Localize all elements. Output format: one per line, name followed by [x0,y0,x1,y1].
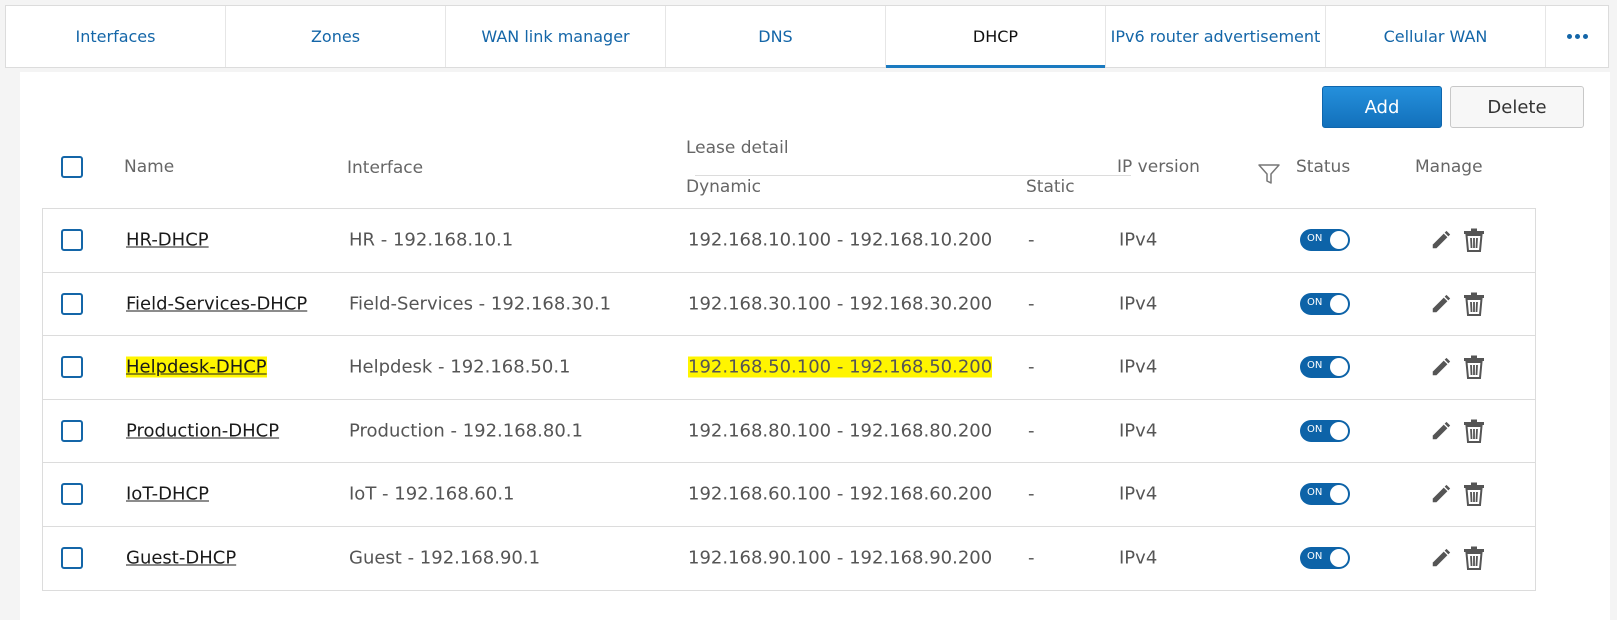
toggle-label: ON [1307,423,1323,435]
interface-cell: IoT - 192.168.60.1 [349,483,515,505]
row-checkbox[interactable] [61,356,83,379]
delete-trash-icon[interactable] [1463,419,1485,443]
edit-pencil-icon[interactable] [1430,293,1452,315]
more-tabs-button[interactable] [1546,6,1608,67]
ip-version-cell: IPv4 [1119,356,1158,378]
static-cell: - [1028,356,1035,378]
tab-interfaces[interactable]: Interfaces [6,6,226,67]
status-toggle[interactable]: ON [1300,483,1350,506]
ip-version-cell: IPv4 [1119,547,1158,569]
table-row: IoT-DHCP IoT - 192.168.60.1 192.168.60.1… [43,463,1535,527]
ip-version-cell: IPv4 [1119,293,1158,315]
tab-wan-link-manager[interactable]: WAN link manager [446,6,666,67]
delete-trash-icon[interactable] [1463,292,1485,316]
ip-version-cell: IPv4 [1119,483,1158,505]
interface-cell: HR - 192.168.10.1 [349,229,514,251]
edit-pencil-icon[interactable] [1430,547,1452,569]
dhcp-name-link[interactable]: HR-DHCP [126,230,209,251]
row-checkbox[interactable] [61,419,83,442]
column-header-static: Static [1026,177,1075,197]
static-cell: - [1028,547,1035,569]
edit-pencil-icon[interactable] [1430,483,1452,505]
more-dots-icon [1566,34,1588,39]
static-cell: - [1028,293,1035,315]
table-row: Guest-DHCP Guest - 192.168.90.1 192.168.… [43,527,1535,591]
toggle-label: ON [1307,233,1323,245]
add-button[interactable]: Add [1322,86,1442,128]
tab-bar: Interfaces Zones WAN link manager DNS DH… [5,5,1609,68]
status-toggle[interactable]: ON [1300,356,1350,379]
dhcp-name-link[interactable]: Field-Services-DHCP [126,293,307,314]
table-row: Field-Services-DHCP Field-Services - 192… [43,273,1535,336]
dynamic-range-cell: 192.168.60.100 - 192.168.60.200 [688,483,993,505]
delete-trash-icon[interactable] [1463,355,1485,380]
dynamic-range-cell: 192.168.30.100 - 192.168.30.200 [688,293,993,315]
dynamic-range-cell: 192.168.50.100 - 192.168.50.200 [688,356,993,378]
toggle-label: ON [1307,296,1323,308]
filter-icon[interactable] [1257,162,1281,186]
tab-cellular-wan[interactable]: Cellular WAN [1326,6,1546,67]
table-row: HR-DHCP HR - 192.168.10.1 192.168.10.100… [43,209,1535,273]
ip-version-cell: IPv4 [1119,420,1158,442]
lease-detail-divider [695,175,1131,176]
dynamic-range-cell: 192.168.10.100 - 192.168.10.200 [688,229,993,251]
table-row: Helpdesk-DHCP Helpdesk - 192.168.50.1 19… [43,336,1535,400]
tab-zones[interactable]: Zones [226,6,446,67]
edit-pencil-icon[interactable] [1430,356,1452,378]
dhcp-name-link[interactable]: IoT-DHCP [126,484,209,505]
toggle-knob [1330,294,1348,313]
column-header-status: Status [1296,157,1351,177]
toggle-label: ON [1307,487,1323,499]
dhcp-name-link[interactable]: Production-DHCP [126,420,279,441]
toggle-knob [1330,485,1348,504]
tab-ipv6-router-advertisement[interactable]: IPv6 router advertisement [1106,6,1326,67]
status-toggle[interactable]: ON [1300,419,1350,442]
delete-button[interactable]: Delete [1450,86,1584,128]
edit-pencil-icon[interactable] [1430,229,1452,251]
dhcp-table: HR-DHCP HR - 192.168.10.1 192.168.10.100… [42,208,1536,591]
status-toggle[interactable]: ON [1300,547,1350,570]
column-header-interface: Interface [347,158,424,178]
toggle-knob [1330,358,1348,377]
interface-cell: Field-Services - 192.168.30.1 [349,293,612,315]
dynamic-range-cell: 192.168.80.100 - 192.168.80.200 [688,420,993,442]
toggle-label: ON [1307,551,1323,563]
row-checkbox[interactable] [61,483,83,506]
static-cell: - [1028,229,1035,251]
dynamic-range-cell: 192.168.90.100 - 192.168.90.200 [688,547,993,569]
status-toggle[interactable]: ON [1300,229,1350,252]
toggle-knob [1330,231,1348,250]
toggle-knob [1330,421,1348,440]
table-row: Production-DHCP Production - 192.168.80.… [43,400,1535,463]
delete-trash-icon[interactable] [1463,228,1485,253]
toggle-label: ON [1307,360,1323,372]
edit-pencil-icon[interactable] [1430,420,1452,442]
interface-cell: Guest - 192.168.90.1 [349,547,541,569]
interface-cell: Helpdesk - 192.168.50.1 [349,356,571,378]
interface-cell: Production - 192.168.80.1 [349,420,583,442]
row-checkbox[interactable] [61,229,83,252]
select-all-checkbox[interactable] [61,156,83,178]
tab-dns[interactable]: DNS [666,6,886,67]
ip-version-cell: IPv4 [1119,229,1158,251]
dhcp-name-link[interactable]: Helpdesk-DHCP [126,356,267,378]
column-header-lease-detail: Lease detail [686,138,789,158]
row-checkbox[interactable] [61,547,83,570]
column-header-ip-version: IP version [1117,157,1200,177]
delete-trash-icon[interactable] [1463,482,1485,507]
column-header-dynamic: Dynamic [686,177,761,197]
dhcp-name-link[interactable]: Guest-DHCP [126,548,236,569]
row-checkbox[interactable] [61,292,83,315]
column-header-name: Name [124,157,175,177]
column-header-manage: Manage [1415,157,1483,177]
toggle-knob [1330,549,1348,568]
tab-dhcp[interactable]: DHCP [886,6,1106,68]
static-cell: - [1028,483,1035,505]
static-cell: - [1028,420,1035,442]
delete-trash-icon[interactable] [1463,546,1485,571]
status-toggle[interactable]: ON [1300,292,1350,315]
